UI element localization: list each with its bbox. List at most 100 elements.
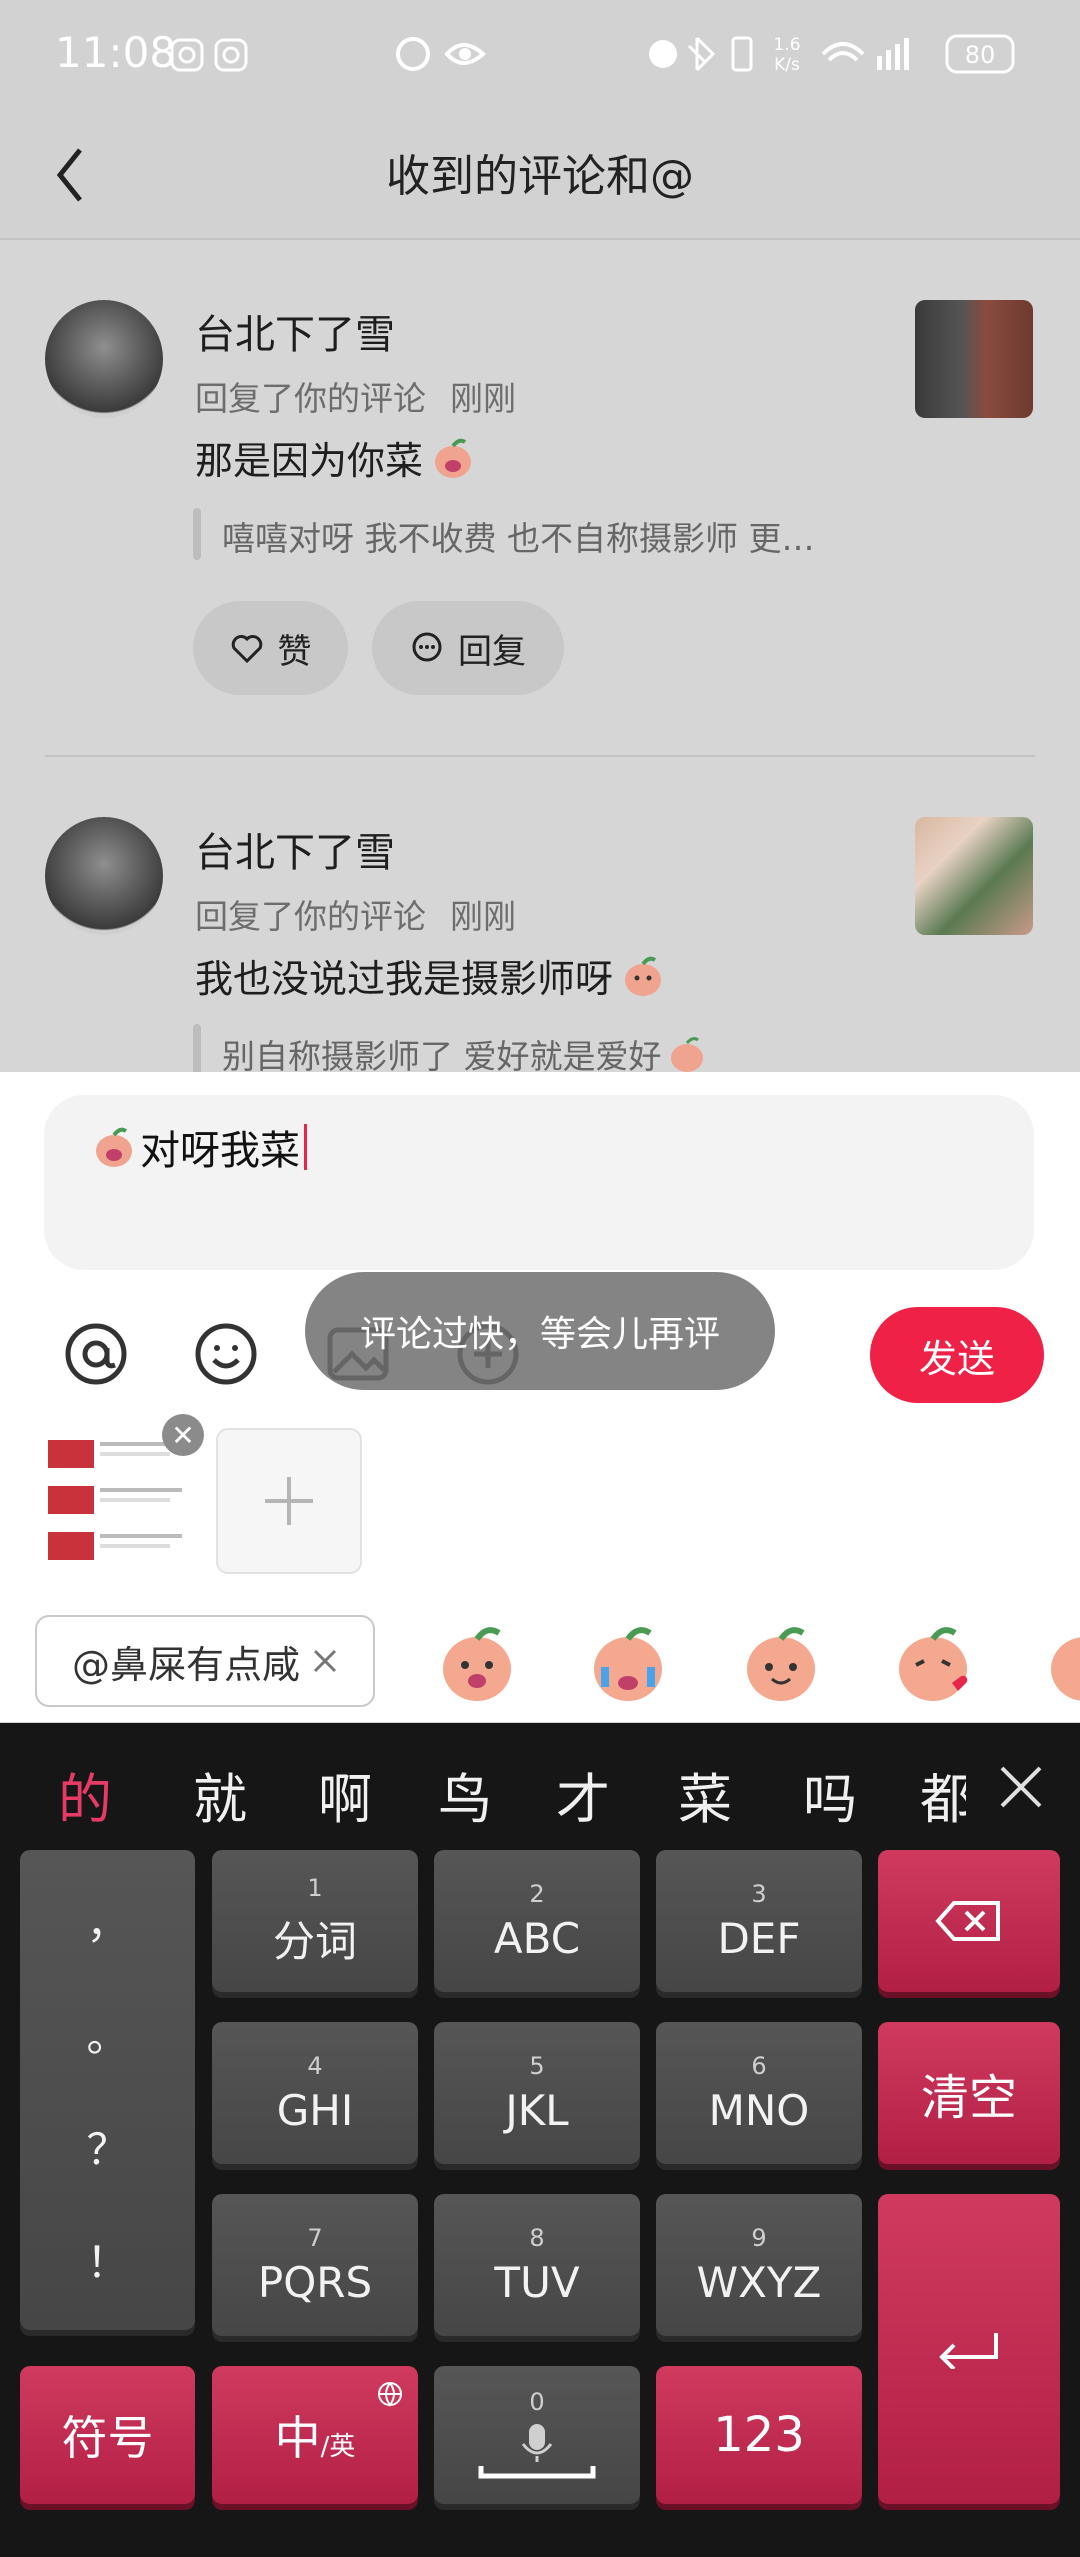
add-image-button[interactable] [216, 1428, 362, 1574]
key-number: 2 [529, 1879, 545, 1908]
enter-icon [939, 2333, 998, 2369]
key-number: 4 [307, 2051, 323, 2080]
peach-emoji-icon [670, 1037, 703, 1072]
comment-text[interactable]: 那是因为你菜 [195, 430, 477, 485]
punct-exclaim[interactable]: ！ [86, 2229, 128, 2290]
space-key[interactable]: 0 [434, 2366, 640, 2504]
candidate-word[interactable]: 菜 [678, 1755, 732, 1834]
lang-sub-label: /英 [320, 2431, 356, 2462]
key-number: 0 [529, 2388, 545, 2416]
backspace-key[interactable] [878, 1850, 1060, 1992]
comment-action: 回复了你的评论 [195, 897, 426, 936]
remove-attachment-icon[interactable]: ✕ [162, 1414, 204, 1456]
quoted-comment: 嘻嘻对呀 我不收费 也不自称摄影师 更… [222, 519, 815, 558]
key-4[interactable]: 4 GHI [212, 2022, 418, 2164]
divider [45, 755, 1035, 757]
reply-draft-text: 对呀我菜 [140, 1128, 300, 1174]
privacy-icons [396, 37, 486, 71]
svg-text:1.6: 1.6 [773, 35, 800, 55]
comment-text-content: 那是因为你菜 [195, 439, 424, 483]
globe-icon [378, 2382, 402, 2407]
numbers-key[interactable]: 123 [656, 2366, 862, 2504]
mention-chip[interactable]: @鼻屎有点咸 [35, 1615, 375, 1707]
candidate-word[interactable]: 就 [193, 1755, 247, 1834]
peach-emoji-icon [625, 956, 662, 996]
key-label: ABC [493, 1913, 581, 1963]
key-number: 9 [751, 2223, 767, 2252]
svg-text:K/s: K/s [774, 55, 800, 75]
comment-text[interactable]: 我也没说过我是摄影师呀 [195, 948, 667, 1003]
text-caret [304, 1124, 307, 1170]
emoji-icon[interactable] [190, 1318, 262, 1390]
quote-bar [193, 1024, 201, 1076]
heart-icon [231, 635, 262, 663]
mention-chip-label: @鼻屎有点咸 [71, 1642, 300, 1687]
candidate-word[interactable]: 才 [556, 1755, 610, 1834]
key-8[interactable]: 8 TUV [434, 2194, 640, 2336]
reply-input-text: 对呀我菜 [90, 1118, 307, 1176]
microphone-icon [478, 2424, 596, 2479]
kissing-peach-emoji-icon[interactable] [888, 1617, 978, 1707]
attached-image-line [100, 1544, 170, 1548]
candidate-word[interactable]: 鸟 [438, 1755, 492, 1834]
punct-period[interactable]: 。 [86, 2003, 128, 2064]
peach-emoji-icon[interactable] [432, 1617, 522, 1707]
comment-meta: 回复了你的评论 刚刚 [195, 890, 516, 938]
like-label: 赞 [277, 631, 312, 672]
key-number: 1 [307, 1873, 323, 1902]
post-thumbnail[interactable] [915, 817, 1033, 935]
key-number: 5 [529, 2051, 545, 2080]
peach-emoji-icon [435, 438, 472, 478]
key-1[interactable]: 1 分词 [212, 1850, 418, 1992]
avatar[interactable] [45, 817, 163, 935]
page-title: 收到的评论和@ [386, 151, 694, 202]
candidate-word[interactable]: 吗 [803, 1755, 857, 1834]
punct-question[interactable]: ？ [86, 2116, 128, 2177]
key-label: PQRS [257, 2257, 373, 2307]
send-button[interactable]: 发送 [870, 1307, 1044, 1403]
candidate-word[interactable]: 都 [920, 1755, 966, 1834]
avatar[interactable] [45, 300, 163, 418]
punct-comma[interactable]: ， [86, 1890, 128, 1951]
key-9[interactable]: 9 WXYZ [656, 2194, 862, 2336]
symbols-key[interactable]: 符号 [20, 2366, 195, 2504]
comment-bubble-icon [412, 632, 442, 662]
enter-key[interactable] [878, 2194, 1060, 2504]
key-label: MNO [708, 2085, 810, 2135]
close-icon[interactable] [312, 1648, 338, 1674]
key-label: 分词 [272, 1916, 357, 1966]
clear-key[interactable]: 清空 [878, 2022, 1060, 2164]
key-3[interactable]: 3 DEF [656, 1850, 862, 1992]
system-status-icons: 1.6 K/s 80 [649, 34, 1015, 75]
crying-peach-emoji-icon[interactable] [583, 1617, 673, 1707]
candidate-word[interactable]: 啊 [318, 1755, 372, 1834]
smiling-peach-emoji-icon[interactable] [736, 1617, 826, 1707]
at-mention-icon[interactable] [60, 1318, 132, 1390]
peach-emoji-icon[interactable] [1040, 1617, 1080, 1707]
comment-action: 回复了你的评论 [195, 379, 426, 418]
key-label: WXYZ [696, 2257, 822, 2307]
key-label: TUV [494, 2257, 580, 2307]
key-5[interactable]: 5 JKL [434, 2022, 640, 2164]
attached-image-block [48, 1486, 94, 1514]
key-7[interactable]: 7 PQRS [212, 2194, 418, 2336]
reply-button[interactable]: 回复 [372, 601, 564, 695]
key-label: JKL [505, 2085, 569, 2135]
punctuation-column[interactable]: ， 。 ？ ！ [20, 1850, 195, 2330]
comment-username[interactable]: 台北下了雪 [195, 820, 395, 878]
comment-username[interactable]: 台北下了雪 [195, 302, 395, 360]
post-thumbnail[interactable] [915, 300, 1033, 418]
peach-emoji-icon [96, 1127, 132, 1167]
key-2[interactable]: 2 ABC [434, 1850, 640, 1992]
comment-meta: 回复了你的评论 刚刚 [195, 372, 516, 420]
status-time: 11:08 [55, 28, 177, 77]
comment-time: 刚刚 [450, 897, 516, 936]
key-number: 7 [307, 2223, 323, 2252]
candidate-word[interactable]: 的 [58, 1755, 112, 1834]
collapse-candidates-icon[interactable] [996, 1762, 1046, 1812]
like-button[interactable]: 赞 [193, 601, 348, 695]
quoted-comment-text: 别自称摄影师了 爱好就是爱好 [222, 1037, 662, 1076]
key-6[interactable]: 6 MNO [656, 2022, 862, 2164]
key-number: 8 [529, 2223, 545, 2252]
language-switch-key[interactable]: 中/英 [212, 2366, 418, 2504]
